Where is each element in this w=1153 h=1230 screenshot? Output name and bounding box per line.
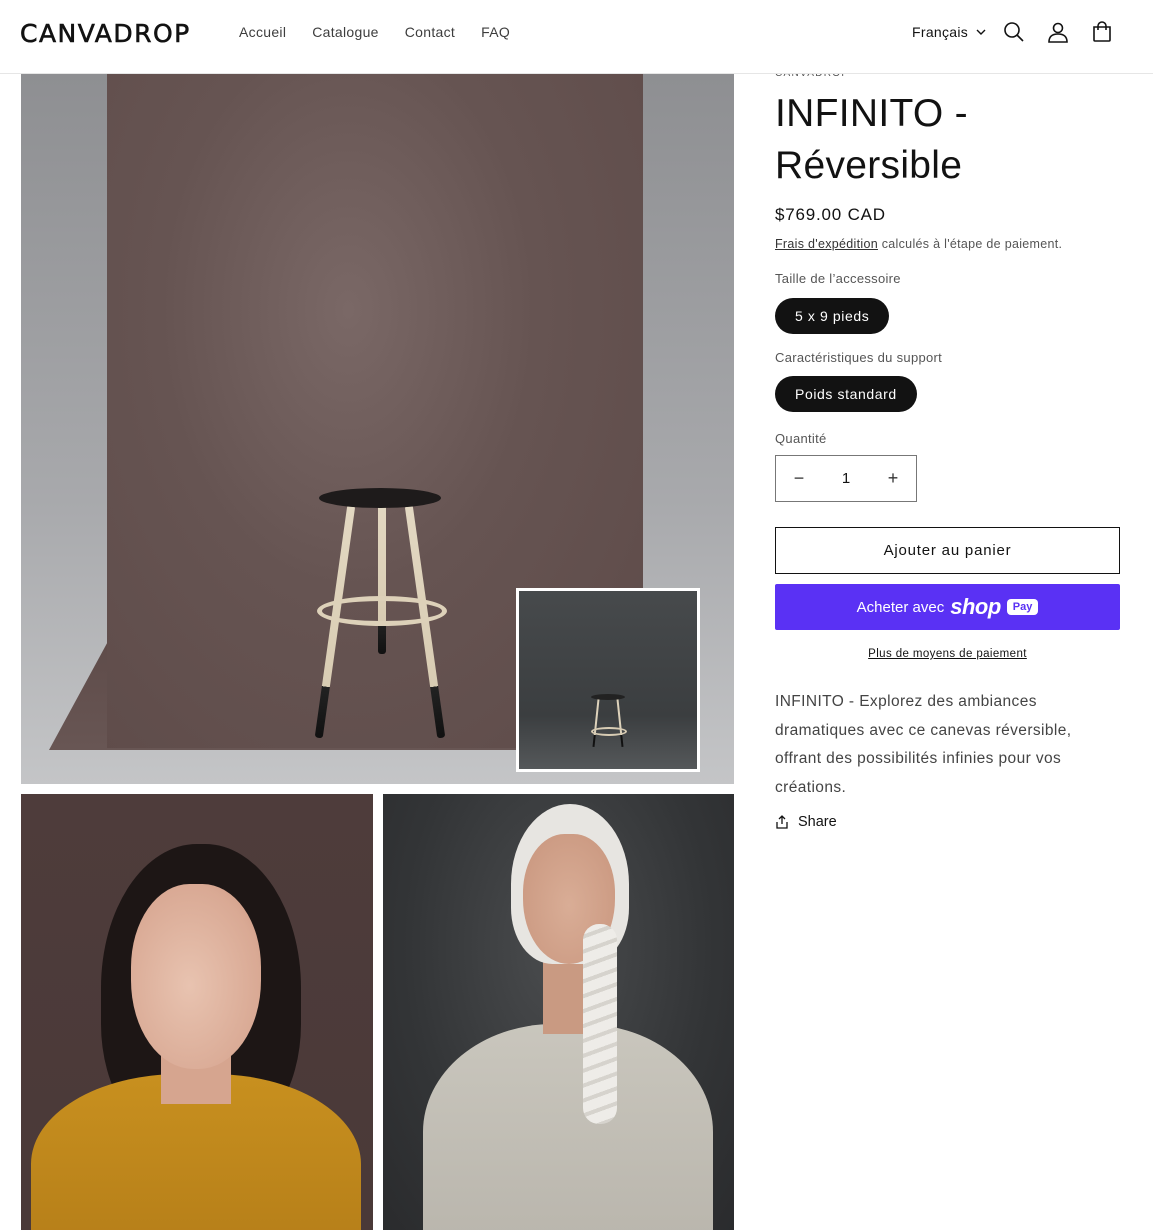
quantity-label: Quantité bbox=[775, 431, 827, 446]
pay-logo: Pay bbox=[1006, 599, 1039, 615]
stool-seat bbox=[591, 694, 625, 700]
nav-item-contact[interactable]: Contact bbox=[405, 24, 455, 40]
quantity-increase-button[interactable]: + bbox=[870, 456, 916, 501]
shipping-note: Frais d'expédition calculés à l'étape de… bbox=[775, 237, 1062, 251]
product-image-portrait-young[interactable] bbox=[21, 794, 373, 1230]
shop-logo: shop bbox=[950, 594, 1001, 619]
stool-leg bbox=[592, 699, 600, 747]
site-header: CANVADROP Accueil Catalogue Contact FAQ … bbox=[0, 0, 1153, 74]
search-icon[interactable] bbox=[1002, 20, 1026, 44]
stool-seat bbox=[319, 488, 441, 508]
stool-leg bbox=[616, 699, 624, 747]
size-label: Taille de l’accessoire bbox=[775, 271, 901, 286]
product-price: $769.00 CAD bbox=[775, 205, 886, 224]
portrait-braid bbox=[583, 924, 617, 1124]
account-icon[interactable] bbox=[1046, 20, 1070, 44]
shipping-note-text: calculés à l'étape de paiement. bbox=[877, 237, 1063, 251]
shipping-link[interactable]: Frais d'expédition bbox=[775, 237, 878, 251]
more-payment-options-link[interactable]: Plus de moyens de paiement bbox=[775, 648, 1120, 660]
product-image-main[interactable] bbox=[21, 74, 734, 784]
shop-pay-button[interactable]: Acheter avec shop Pay bbox=[775, 584, 1120, 630]
cart-icon[interactable] bbox=[1090, 20, 1114, 44]
quantity-input[interactable]: 1 bbox=[842, 470, 850, 487]
stool-ring bbox=[591, 727, 627, 736]
quantity-stepper: − 1 + bbox=[775, 455, 917, 502]
portrait-body bbox=[423, 1024, 713, 1230]
quantity-decrease-button[interactable]: − bbox=[776, 456, 822, 501]
support-option[interactable]: Poids standard bbox=[775, 376, 917, 412]
nav-item-catalogue[interactable]: Catalogue bbox=[312, 24, 379, 40]
size-option[interactable]: 5 x 9 pieds bbox=[775, 298, 890, 334]
logo[interactable]: CANVADROP bbox=[20, 19, 191, 49]
product-description: INFINITO - Explorez des ambiances dramat… bbox=[775, 693, 1072, 796]
main-nav: Accueil Catalogue Contact FAQ bbox=[239, 24, 536, 40]
language-label: Français bbox=[912, 24, 969, 40]
share-icon bbox=[776, 815, 788, 829]
stool-ring bbox=[317, 596, 447, 626]
add-to-cart-button[interactable]: Ajouter au panier bbox=[775, 527, 1120, 574]
shop-pay-label: Acheter avec bbox=[856, 598, 945, 616]
product-image-portrait-senior[interactable] bbox=[383, 794, 734, 1230]
chevron-down-icon bbox=[976, 29, 986, 35]
stool-leg bbox=[378, 504, 386, 654]
support-label: Caractéristiques du support bbox=[775, 350, 943, 365]
share-label: Share bbox=[798, 814, 837, 830]
portrait-face bbox=[131, 884, 261, 1069]
nav-item-faq[interactable]: FAQ bbox=[481, 24, 510, 40]
language-selector[interactable]: Français bbox=[912, 24, 986, 40]
share-button[interactable]: Share bbox=[775, 814, 837, 830]
nav-item-accueil[interactable]: Accueil bbox=[239, 24, 286, 40]
product-title: INFINITO - Réversible bbox=[775, 92, 968, 187]
product-thumbnail[interactable] bbox=[516, 588, 700, 772]
